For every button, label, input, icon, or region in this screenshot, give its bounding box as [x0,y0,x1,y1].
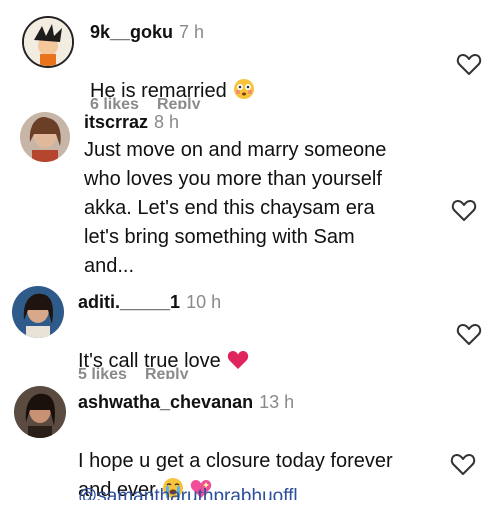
flushed-face-emoji [233,78,255,109]
comment-time: 10 h [186,292,222,312]
comment-time: 13 h [259,392,295,412]
heart-outline-icon[interactable] [451,198,477,222]
likes-count[interactable]: 5 likes [78,366,127,379]
comment-time: 7 h [179,22,205,42]
avatar[interactable] [12,286,64,338]
avatar[interactable] [20,112,70,162]
reply-button[interactable]: Reply [157,96,201,109]
likes-count[interactable]: 6 likes [90,96,139,109]
red-heart-emoji [227,350,249,379]
comment-username[interactable]: ashwatha_chevanan 13 h [78,392,294,413]
avatar[interactable] [14,386,66,438]
mention-link[interactable]: @samantharuthprabhuoffl [78,486,298,500]
comment-time: 8 h [154,112,180,132]
comment-meta: 5 likes Reply [78,366,207,379]
comment-username[interactable]: 9k__goku 7 h [90,22,204,43]
reply-button[interactable]: Reply [145,366,189,379]
comment-username[interactable]: aditi._____1 10 h [78,292,221,313]
comment-text: Just move on and marry someone who loves… [84,139,387,277]
avatar[interactable] [22,16,74,68]
comment-username[interactable]: itscrraz 8 h [84,112,179,133]
comment-meta: 6 likes Reply [90,96,219,109]
heart-outline-icon[interactable] [450,452,476,476]
heart-outline-icon[interactable] [456,322,482,346]
heart-outline-icon[interactable] [456,52,482,76]
